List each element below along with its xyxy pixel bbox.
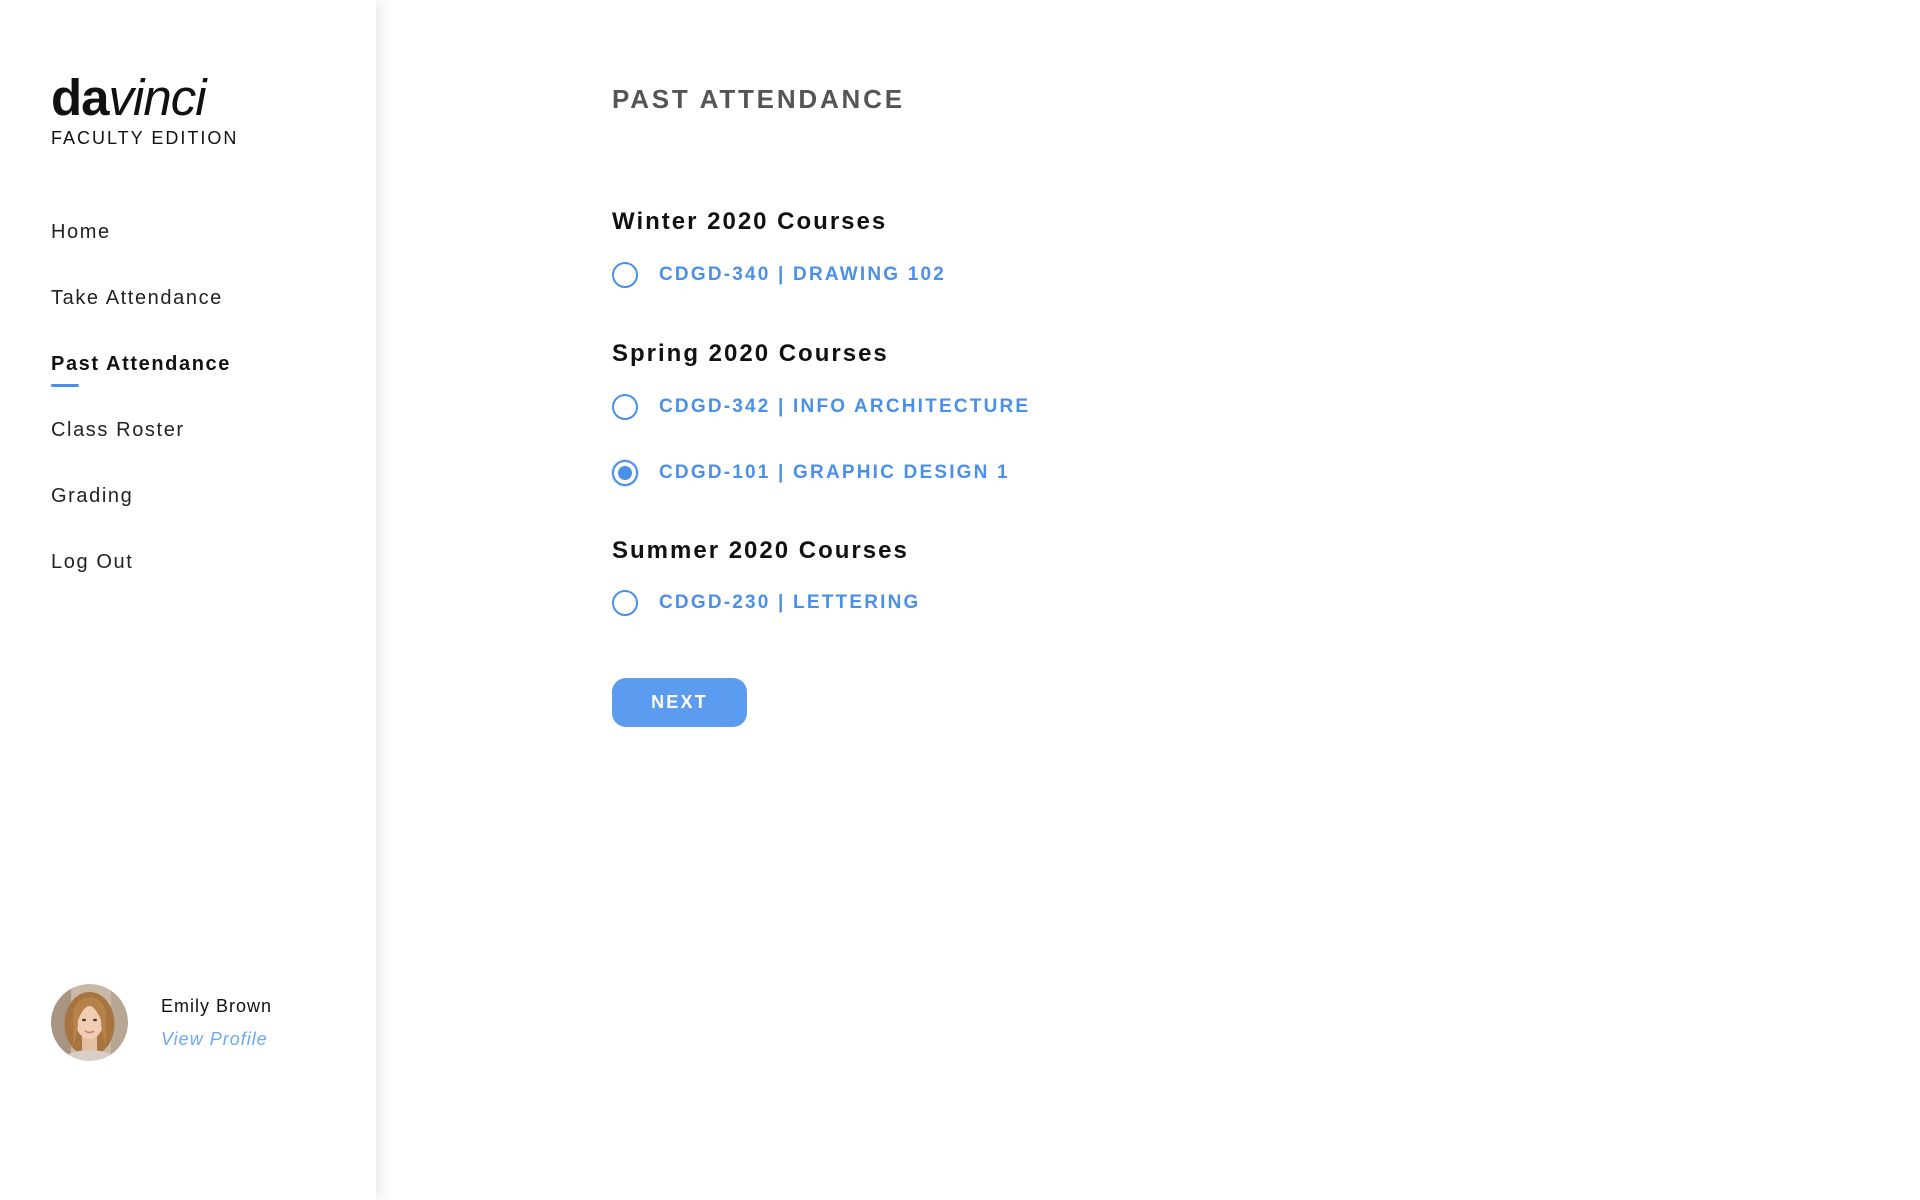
nav-item-label: Grading — [51, 485, 134, 507]
next-button[interactable]: NEXT — [612, 678, 747, 727]
radio-button-icon[interactable] — [612, 590, 638, 616]
nav-item-home[interactable]: Home — [51, 216, 231, 282]
term-heading-spring: Spring 2020 Courses — [612, 340, 889, 367]
course-option-cdgd-230[interactable]: CDGD-230 | LETTERING — [612, 590, 921, 616]
nav-item-log-out[interactable]: Log Out — [51, 546, 231, 612]
radio-button-icon[interactable] — [612, 394, 638, 420]
page-title: PAST ATTENDANCE — [612, 84, 905, 114]
radio-button-icon[interactable] — [612, 262, 638, 288]
course-option-cdgd-340[interactable]: CDGD-340 | DRAWING 102 — [612, 262, 946, 288]
term-heading-winter: Winter 2020 Courses — [612, 208, 888, 235]
nav-item-label: Take Attendance — [51, 287, 223, 309]
course-label: CDGD-342 | INFO ARCHITECTURE — [659, 396, 1031, 417]
term-heading-summer: Summer 2020 Courses — [612, 537, 909, 564]
sidebar-nav: Home Take Attendance Past Attendance Cla… — [51, 216, 231, 612]
brand-name-italic: vinci — [108, 69, 207, 126]
course-option-cdgd-101[interactable]: CDGD-101 | GRAPHIC DESIGN 1 — [612, 460, 1010, 486]
nav-item-label: Home — [51, 221, 111, 243]
avatar-photo-icon — [51, 984, 128, 1061]
course-label: CDGD-340 | DRAWING 102 — [659, 264, 947, 285]
brand-wordmark: davinci — [51, 72, 238, 124]
nav-item-label: Class Roster — [51, 419, 185, 441]
nav-item-class-roster[interactable]: Class Roster — [51, 414, 231, 480]
nav-item-label: Past Attendance — [51, 353, 231, 375]
user-profile: Emily Brown View Profile — [51, 984, 272, 1061]
profile-name: Emily Brown — [161, 995, 273, 1016]
nav-item-past-attendance[interactable]: Past Attendance — [51, 348, 231, 414]
course-label: CDGD-230 | LETTERING — [659, 592, 921, 613]
brand-logo: davinci FACULTY EDITION — [51, 72, 238, 149]
view-profile-link[interactable]: View Profile — [161, 1029, 272, 1050]
profile-text: Emily Brown View Profile — [161, 996, 272, 1050]
radio-button-selected-icon[interactable] — [612, 460, 638, 486]
course-option-cdgd-342[interactable]: CDGD-342 | INFO ARCHITECTURE — [612, 394, 1030, 420]
brand-edition: FACULTY EDITION — [51, 128, 239, 148]
nav-item-grading[interactable]: Grading — [51, 480, 231, 546]
sidebar: davinci FACULTY EDITION Home Take Attend… — [0, 0, 376, 1200]
brand-name-bold: da — [51, 69, 110, 126]
active-indicator — [51, 384, 79, 387]
course-label: CDGD-101 | GRAPHIC DESIGN 1 — [659, 462, 1010, 483]
nav-item-label: Log Out — [51, 551, 134, 573]
avatar[interactable] — [51, 984, 128, 1061]
nav-item-take-attendance[interactable]: Take Attendance — [51, 282, 231, 348]
